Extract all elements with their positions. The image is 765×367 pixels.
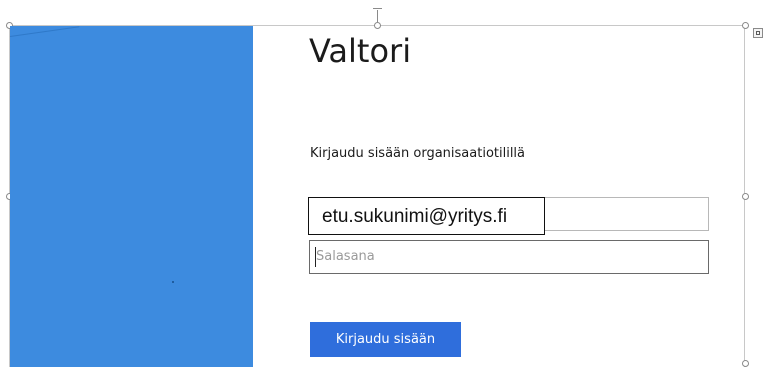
resize-handle-top-middle-icon[interactable] [374, 22, 381, 29]
email-overlay-box[interactable]: etu.sukunimi@yritys.fi [308, 197, 545, 235]
resize-handle-middle-right-icon[interactable] [742, 193, 749, 200]
rotate-handle-stem [377, 10, 378, 22]
layout-options-icon[interactable] [753, 28, 763, 38]
password-input[interactable]: Salasana [309, 240, 709, 274]
rotate-handle-icon[interactable] [373, 8, 382, 9]
brand-title: Valtori [309, 32, 412, 70]
sign-in-button[interactable]: Kirjaudu sisään [310, 322, 461, 357]
sign-in-subtitle: Kirjaudu sisään organisaatiotilillä [310, 146, 526, 161]
password-placeholder: Salasana [316, 249, 375, 264]
panel-mark [172, 281, 174, 283]
screenshot-canvas: Valtori Kirjaudu sisään organisaatiotili… [0, 0, 765, 367]
email-value: etu.sukunimi@yritys.fi [322, 206, 508, 227]
resize-handle-bottom-right-icon[interactable] [742, 360, 749, 367]
resize-handle-top-right-icon[interactable] [742, 22, 749, 29]
brand-side-panel [10, 26, 253, 367]
